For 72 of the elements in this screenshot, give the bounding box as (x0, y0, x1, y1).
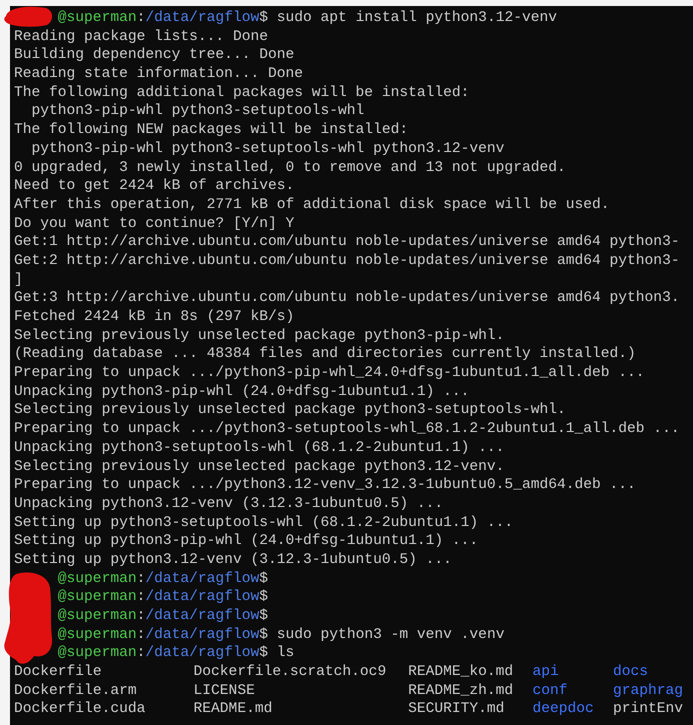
command-text: sudo apt install python3.12-venv (276, 10, 558, 26)
output-line: The following additional packages will be installed: (14, 84, 470, 101)
directory-name: docs (613, 663, 648, 682)
output-line: Fetched 2424 kB in 8s (297 kB/s) (14, 309, 294, 325)
output-line: Building dependency tree... Done (14, 47, 294, 64)
directory-name: api (532, 663, 560, 682)
output-line: Unpacking python3.12-venv (3.12.3-1ubuntu0.5) ... (14, 496, 444, 512)
prompt-symbol: $ (259, 626, 268, 643)
output-line: Selecting previously unselected package python3.12-venv. (14, 458, 504, 474)
prompt-symbol: $ (259, 589, 268, 606)
prompt-host: @superman (58, 626, 137, 643)
prompt-host: @superman (58, 608, 137, 624)
file-name: README.md (194, 700, 274, 720)
command-text: ls (276, 645, 294, 662)
file-name: printEnv (613, 700, 684, 720)
file-name: Dockerfile.arm (14, 682, 138, 700)
prompt-host: @superman (58, 10, 137, 26)
file-name: Dockerfile.scratch.oc9 (194, 663, 388, 682)
output-line: Reading package lists... Done (14, 28, 268, 45)
output-line: Get:1 http://archive.ubuntu.com/ubuntu noble-updates/universe amd64 python3- (14, 234, 680, 250)
output-line: Need to get 2424 kB of archives. (14, 178, 294, 194)
prompt-path: /data/ragflow (145, 570, 260, 587)
file-name: Dockerfile.cuda (14, 700, 146, 720)
prompt-separator: : (136, 570, 146, 587)
output-line: 0 upgraded, 3 newly installed, 0 to remove and 13 not upgraded. (14, 160, 566, 176)
prompt-path: /data/ragflow (145, 608, 260, 624)
directory-name: conf (532, 682, 568, 700)
prompt-path: /data/ragflow (145, 10, 260, 26)
directory-name: deepdoc (532, 700, 595, 720)
prompt-host: @superman (58, 570, 137, 587)
output-line: After this operation, 2771 kB of additional disk space will be used. (14, 196, 610, 213)
file-name: LICENSE (194, 682, 256, 700)
output-line: Unpacking python3-pip-whl (24.0+dfsg-1ubuntu1.1) ... (14, 384, 470, 400)
prompt-separator: : (136, 645, 146, 662)
output-line: Setting up python3-setuptools-whl (68.1.2-2ubuntu1.1) ... (14, 514, 514, 531)
output-line: Preparing to unpack .../python3-pip-whl_24.0+dfsg-1ubuntu1.1_all.deb ... (14, 365, 645, 382)
file-name: README_zh.md (408, 682, 514, 700)
command-text: sudo python3 -m venv .venv (276, 626, 504, 643)
prompt-path: /data/ragflow (145, 645, 260, 662)
output-line: Do you want to continue? [Y/n] Y (14, 216, 294, 232)
output-line: Preparing to unpack .../python3.12-venv_3.12.3-1ubuntu0.5_amd64.deb ... (14, 477, 636, 494)
output-line: ] (14, 272, 23, 288)
output-line: Selecting previously unselected package python3-pip-whl. (14, 328, 504, 344)
output-line: python3-pip-whl python3-setuptools-whl python3.12-venv (30, 140, 504, 157)
output-line: Get:3 http://archive.ubuntu.com/ubuntu noble-updates/universe amd64 python3. (14, 290, 680, 306)
output-line: Get:2 http://archive.ubuntu.com/ubuntu noble-updates/universe amd64 python3- (14, 252, 680, 269)
file-name: README_ko.md (408, 663, 514, 682)
output-line: Selecting previously unselected package python3-setuptools-whl. (14, 402, 566, 418)
prompt-symbol: $ (259, 608, 268, 624)
prompt-path: /data/ragflow (145, 626, 260, 643)
output-line: The following NEW packages will be installed: (14, 122, 408, 138)
prompt-separator: : (136, 608, 146, 624)
prompt-separator: : (136, 589, 146, 606)
prompt-host: @superman (58, 645, 137, 662)
file-name: SECURITY.md (408, 700, 506, 720)
directory-name: graphrag (613, 682, 684, 700)
output-line: Reading state information... Done (14, 66, 304, 82)
redaction-scribble (2, 4, 54, 28)
prompt-symbol: $ (259, 10, 268, 26)
output-line: Unpacking python3-setuptools-whl (68.1.2-2ubuntu1.1) ... (14, 440, 504, 456)
output-line: Preparing to unpack .../python3-setuptools-whl_68.1.2-2ubuntu1.1_all.deb ... (14, 421, 680, 438)
prompt-separator: : (136, 10, 146, 26)
output-line: Setting up python3-pip-whl (24.0+dfsg-1ubuntu1.1) ... (14, 533, 478, 550)
prompt-separator: : (136, 626, 146, 643)
output-line: python3-pip-whl python3-setuptools-whl (30, 103, 364, 120)
file-name: Dockerfile (14, 663, 103, 682)
output-line: (Reading database ... 48384 files and directories currently installed.) (14, 346, 636, 362)
prompt-host: @superman (58, 589, 137, 606)
prompt-symbol: $ (259, 645, 268, 662)
prompt-path: /data/ragflow (145, 589, 260, 606)
output-line: Setting up python3.12-venv (3.12.3-1ubuntu0.5) ... (14, 552, 452, 568)
prompt-symbol: $ (259, 570, 268, 587)
